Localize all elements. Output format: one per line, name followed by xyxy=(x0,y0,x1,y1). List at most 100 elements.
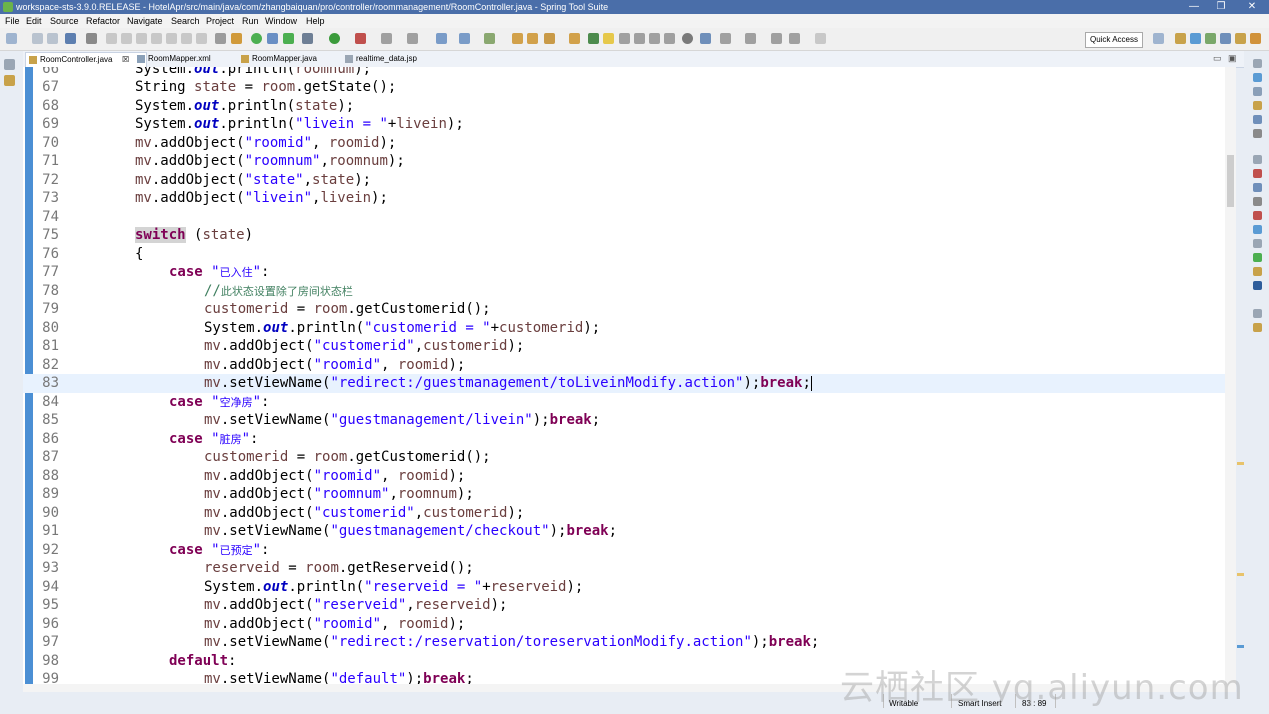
forward-arrow-icon[interactable] xyxy=(815,33,826,44)
type-hierarchy-icon[interactable] xyxy=(1253,115,1262,124)
web-browser-icon[interactable] xyxy=(682,33,693,44)
skip-breakpoints-icon[interactable] xyxy=(86,33,97,44)
new-package-icon[interactable] xyxy=(459,33,470,44)
boot-dashboard-icon[interactable] xyxy=(251,33,262,44)
whitespace-icon[interactable] xyxy=(649,33,660,44)
show-source-icon[interactable] xyxy=(664,33,675,44)
refresh-icon[interactable] xyxy=(283,33,294,44)
new-icon[interactable] xyxy=(6,33,17,44)
open-folder-icon[interactable] xyxy=(569,33,580,44)
minimize-editor-icon[interactable]: ▭ xyxy=(1213,53,1222,64)
menu-source[interactable]: Source xyxy=(50,14,79,28)
open-task-icon[interactable] xyxy=(527,33,538,44)
toggle-block-icon[interactable] xyxy=(215,33,226,44)
code-editor[interactable]: 66 System.out.println(roomnum); 67 String … xyxy=(23,67,1236,684)
menu-file[interactable]: File xyxy=(5,14,20,28)
step-return-icon[interactable] xyxy=(196,33,207,44)
javadoc-icon[interactable] xyxy=(1253,183,1262,192)
search-view-icon[interactable] xyxy=(1253,253,1262,262)
menu-refactor[interactable]: Refactor xyxy=(86,14,120,28)
back-arrow-icon[interactable] xyxy=(789,33,800,44)
tab-roomcontroller-java[interactable]: RoomController.java ☒ xyxy=(25,52,147,67)
overview-ruler-warning-mark[interactable] xyxy=(1237,462,1244,465)
call-hierarchy-icon[interactable] xyxy=(1253,129,1262,138)
debug-perspective-icon[interactable] xyxy=(1205,33,1216,44)
outline-icon[interactable] xyxy=(1253,73,1262,82)
code-line: 81 mv.addObject("customerid",customerid); xyxy=(23,337,1236,356)
xml-file-icon xyxy=(137,55,145,63)
java-ee-perspective-icon[interactable] xyxy=(1175,33,1186,44)
menu-help[interactable]: Help xyxy=(306,14,325,28)
restore-icon-3[interactable] xyxy=(1253,309,1262,318)
menu-window[interactable]: Window xyxy=(265,14,297,28)
coverage-icon[interactable] xyxy=(381,33,392,44)
console-icon[interactable] xyxy=(1253,225,1262,234)
restore-view-icon[interactable] xyxy=(4,59,15,70)
quick-access-field[interactable]: Quick Access xyxy=(1085,32,1143,48)
block-select-icon[interactable] xyxy=(634,33,645,44)
restore-icon-2[interactable] xyxy=(1253,155,1262,164)
restore-icon[interactable] xyxy=(1253,59,1262,68)
open-type-icon[interactable] xyxy=(512,33,523,44)
overview-ruler-occurrence-mark[interactable] xyxy=(1237,645,1244,648)
server-icon[interactable] xyxy=(267,33,278,44)
external-tools-icon[interactable] xyxy=(355,33,366,44)
package-explorer-icon[interactable] xyxy=(4,75,15,86)
back-icon[interactable] xyxy=(771,33,782,44)
menu-search[interactable]: Search xyxy=(171,14,200,28)
progress-icon[interactable] xyxy=(1253,239,1262,248)
annotation-icon[interactable] xyxy=(619,33,630,44)
suspend-icon[interactable] xyxy=(121,33,132,44)
debug-icon[interactable] xyxy=(302,33,313,44)
minimize-button[interactable]: — xyxy=(1181,0,1207,14)
git-perspective-icon[interactable] xyxy=(1250,33,1261,44)
open-perspective-icon[interactable] xyxy=(1153,33,1164,44)
tab-realtime-data-jsp[interactable]: realtime_data.jsp xyxy=(342,52,442,66)
search-icon[interactable] xyxy=(544,33,555,44)
history-icon[interactable] xyxy=(1253,267,1262,276)
code-text: case "空净房": xyxy=(169,393,270,410)
profile-icon[interactable] xyxy=(407,33,418,44)
tab-roommapper-java[interactable]: RoomMapper.java xyxy=(238,52,342,66)
tab-roommapper-xml[interactable]: RoomMapper.xml xyxy=(134,52,236,66)
task-list-icon[interactable] xyxy=(1253,87,1262,96)
declaration-icon[interactable] xyxy=(1253,197,1262,206)
problems-icon[interactable] xyxy=(1253,169,1262,178)
step-into-icon[interactable] xyxy=(166,33,177,44)
boot-dashboard-view-icon[interactable] xyxy=(1253,323,1262,332)
scrollbar-thumb[interactable] xyxy=(1227,155,1234,207)
terminate-icon[interactable] xyxy=(136,33,147,44)
overview-ruler-warning-mark[interactable] xyxy=(1237,573,1244,576)
save-all-icon[interactable] xyxy=(47,33,58,44)
spring-explorer-icon[interactable] xyxy=(1253,101,1262,110)
vertical-scrollbar[interactable] xyxy=(1225,67,1236,684)
last-edit-icon[interactable] xyxy=(720,33,731,44)
spring-icon[interactable] xyxy=(231,33,242,44)
maximize-editor-icon[interactable]: ▣ xyxy=(1228,53,1237,64)
run-icon[interactable] xyxy=(329,33,340,44)
java-perspective-icon[interactable] xyxy=(1220,33,1231,44)
disconnect-icon[interactable] xyxy=(151,33,162,44)
new-java-project-icon[interactable] xyxy=(436,33,447,44)
menu-project[interactable]: Project xyxy=(206,14,234,28)
git-staging-icon[interactable] xyxy=(1253,281,1262,290)
menu-edit[interactable]: Edit xyxy=(26,14,42,28)
close-button[interactable]: ✕ xyxy=(1239,0,1265,14)
new-class-icon[interactable] xyxy=(484,33,495,44)
highlight-icon[interactable] xyxy=(603,33,614,44)
menu-run[interactable]: Run xyxy=(242,14,259,28)
code-line: 89 mv.addObject("roomnum",roomnum); xyxy=(23,485,1236,504)
restore-button[interactable]: ❐ xyxy=(1208,0,1234,14)
next-annotation-icon[interactable] xyxy=(700,33,711,44)
step-over-icon[interactable] xyxy=(181,33,192,44)
previous-edit-icon[interactable] xyxy=(745,33,756,44)
open-console-icon[interactable] xyxy=(65,33,76,44)
save-icon[interactable] xyxy=(32,33,43,44)
resume-icon[interactable] xyxy=(106,33,117,44)
spring-perspective-icon[interactable] xyxy=(1190,33,1201,44)
java-browsing-perspective-icon[interactable] xyxy=(1235,33,1246,44)
pin-icon[interactable] xyxy=(588,33,599,44)
close-tab-icon[interactable]: ☒ xyxy=(122,53,129,67)
servers-icon[interactable] xyxy=(1253,211,1262,220)
menu-navigate[interactable]: Navigate xyxy=(127,14,163,28)
